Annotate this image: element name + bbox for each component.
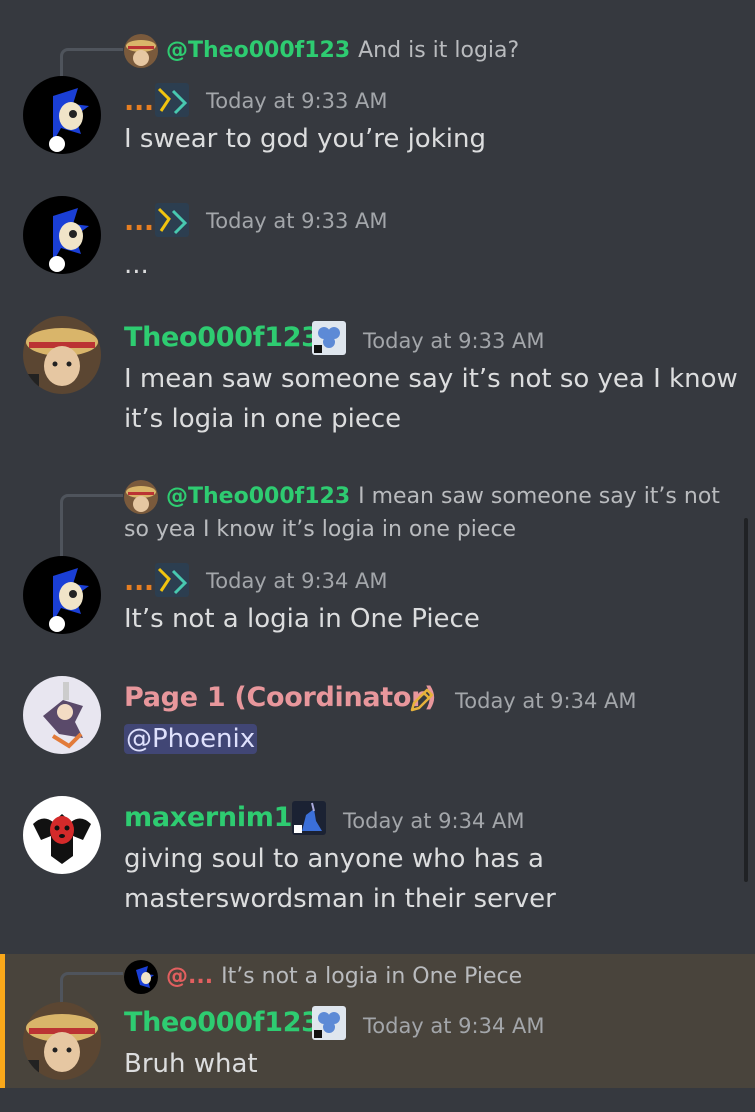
message-text: ...: [124, 250, 149, 280]
reply-text: I mean saw someone say it’s not: [358, 484, 720, 509]
timestamp: Today at 9:34 AM: [363, 1014, 545, 1038]
reply-connector: [60, 48, 123, 79]
timestamp: Today at 9:34 AM: [455, 689, 637, 713]
timestamp: Today at 9:33 AM: [363, 329, 545, 353]
author-name[interactable]: Theo000f123: [124, 1007, 320, 1038]
reply-connector: [60, 494, 123, 557]
avatar[interactable]: [23, 1002, 101, 1080]
avatar[interactable]: [23, 556, 101, 634]
pencil-icon: [408, 686, 436, 714]
reply-text-line-2: so yea I know it’s logia in one piece: [124, 517, 517, 542]
reply-avatar: [124, 480, 158, 514]
message-text-line-1: giving soul to anyone who has a: [124, 844, 544, 874]
author-name[interactable]: Theo000f123: [124, 322, 320, 353]
avatar[interactable]: [23, 196, 101, 274]
reply-text: It’s not a logia in One Piece: [221, 964, 523, 989]
message-text: It’s not a logia in One Piece: [124, 604, 480, 634]
author-name[interactable]: maxernim13: [124, 802, 311, 833]
reply-avatar: [124, 960, 158, 994]
timestamp: Today at 9:34 AM: [206, 569, 388, 593]
role-icon: [155, 563, 189, 597]
role-icon: [312, 1006, 346, 1040]
message-text-line-2: masterswordsman in their server: [124, 884, 556, 914]
reply-avatar: [124, 34, 158, 68]
message-text: @Phoenix: [124, 719, 258, 759]
author-name[interactable]: ...: [124, 206, 154, 237]
message-text: I swear to god you’re joking: [124, 124, 486, 154]
role-icon: [312, 321, 346, 355]
timestamp: Today at 9:33 AM: [206, 89, 388, 113]
reply-text: And is it logia?: [358, 38, 520, 63]
role-icon: [292, 801, 326, 835]
avatar[interactable]: [23, 316, 101, 394]
avatar[interactable]: [23, 676, 101, 754]
message-text-line-2: it’s logia in one piece: [124, 404, 402, 434]
reply-author[interactable]: @Theo000f123: [166, 484, 350, 509]
role-icon: [155, 203, 189, 237]
reply-author[interactable]: @...: [166, 964, 213, 989]
reply-author[interactable]: @Theo000f123: [166, 38, 350, 63]
reply-preview[interactable]: @... It’s not a logia in One Piece: [124, 960, 522, 994]
avatar[interactable]: [23, 76, 101, 154]
message-text-line-1: I mean saw someone say it’s not so yea I…: [124, 364, 738, 394]
message-text: Bruh what: [124, 1049, 258, 1079]
timestamp: Today at 9:34 AM: [343, 809, 525, 833]
timestamp: Today at 9:33 AM: [206, 209, 388, 233]
avatar[interactable]: [23, 796, 101, 874]
author-name[interactable]: Page 1 (Coordinator): [124, 682, 437, 713]
author-name[interactable]: ...: [124, 86, 154, 117]
scrollbar[interactable]: [744, 518, 748, 882]
reply-preview[interactable]: @Theo000f123 I mean saw someone say it’s …: [124, 480, 720, 514]
author-name[interactable]: ...: [124, 566, 154, 597]
role-icon: [155, 83, 189, 117]
user-mention[interactable]: @Phoenix: [124, 724, 258, 754]
reply-preview[interactable]: @Theo000f123 And is it logia?: [124, 34, 519, 68]
